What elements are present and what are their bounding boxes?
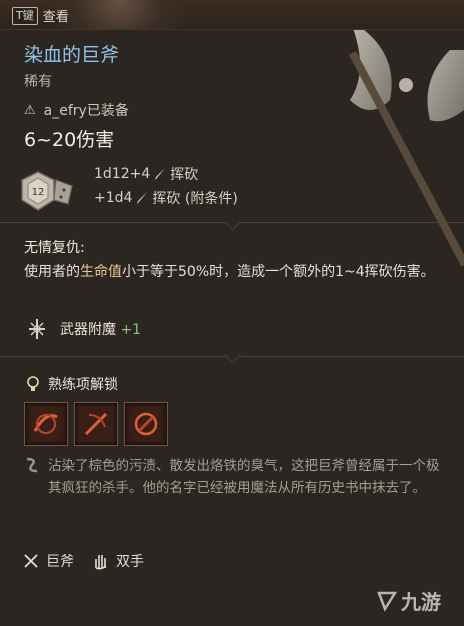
watermark: 九游: [375, 586, 441, 615]
flavor-text-block: 沾染了棕色的污渍、散发出烙铁的臭气，这把巨斧曾经属于一个极其疯狂的杀手。他的名字…: [24, 455, 448, 499]
tag-label: 双手: [116, 554, 144, 570]
section-divider: [0, 214, 464, 231]
two-handed-icon: [95, 555, 107, 570]
watermark-logo-icon: [377, 591, 398, 612]
enchant-icon: [29, 319, 45, 339]
item-tooltip: 染血的巨斧 稀有 ⚠ a_efry已装备 6~20伤害 12 1d12+4 挥砍…: [0, 29, 464, 626]
item-name: 染血的巨斧: [24, 44, 120, 66]
equipped-status: ⚠ a_efry已装备: [24, 100, 129, 120]
lightbulb-icon: [27, 376, 39, 391]
tag-label: 巨斧: [46, 554, 74, 570]
enchant-value: +1: [120, 322, 142, 338]
greataxe-icon: [24, 554, 38, 568]
damage-type: 挥砍: [170, 167, 199, 183]
greataxe-icon: [348, 30, 464, 267]
damage-line-1: 1d12+4 挥砍: [94, 164, 198, 184]
proficiency-label: 熟练项解锁: [48, 377, 118, 393]
flavor-text: 沾染了棕色的污渍、散发出烙铁的臭气，这把巨斧曾经属于一个极其疯狂的杀手。他的名字…: [48, 458, 440, 496]
skill-list: [24, 402, 168, 446]
passive-desc-post: 小于等于50%时，造成一个额外的1~4挥砍伤害。: [122, 264, 435, 280]
item-rarity: 稀有: [24, 74, 52, 90]
passive-title: 无情复仇:: [24, 240, 85, 256]
key-badge: T键: [12, 6, 38, 25]
proficiency-unlock: 熟练项解锁: [26, 374, 118, 394]
dice-icon: 12: [21, 171, 73, 211]
damage-type: 挥砍 (附条件): [152, 191, 238, 207]
watermark-text: 九游: [401, 590, 441, 614]
item-tags: 巨斧 双手: [22, 551, 144, 571]
skill-icon-slash[interactable]: [24, 402, 68, 446]
warning-icon: ⚠: [24, 102, 36, 118]
inspect-label: 查看: [42, 10, 69, 25]
passive-desc-highlight: 生命值: [80, 264, 122, 280]
slashing-icon: [155, 168, 166, 180]
tag-two-handed[interactable]: 双手: [92, 551, 144, 571]
tag-greataxe[interactable]: 巨斧: [22, 551, 74, 571]
equipped-label: a_efry已装备: [43, 103, 129, 119]
enchant-label: 武器附魔: [60, 322, 116, 338]
damage-dice: 1d12+4: [94, 166, 151, 182]
passive-desc-pre: 使用者的: [24, 264, 80, 280]
lore-icon: [26, 457, 38, 473]
skill-icon-cleave[interactable]: [74, 402, 118, 446]
damage-range: 6~20伤害: [24, 129, 115, 151]
passive-description: 使用者的生命值小于等于50%时，造成一个额外的1~4挥砍伤害。: [24, 261, 444, 283]
die-face-label: 12: [32, 187, 45, 198]
damage-dice: +1d4: [94, 190, 133, 206]
slashing-icon: [137, 192, 148, 204]
skill-icon-strike[interactable]: [124, 402, 168, 446]
section-divider: [0, 347, 464, 364]
damage-line-2: +1d4 挥砍 (附条件): [94, 188, 238, 208]
inspect-hint[interactable]: T键 查看: [12, 6, 69, 25]
weapon-enchantment[interactable]: 武器附魔 +1: [26, 318, 141, 340]
